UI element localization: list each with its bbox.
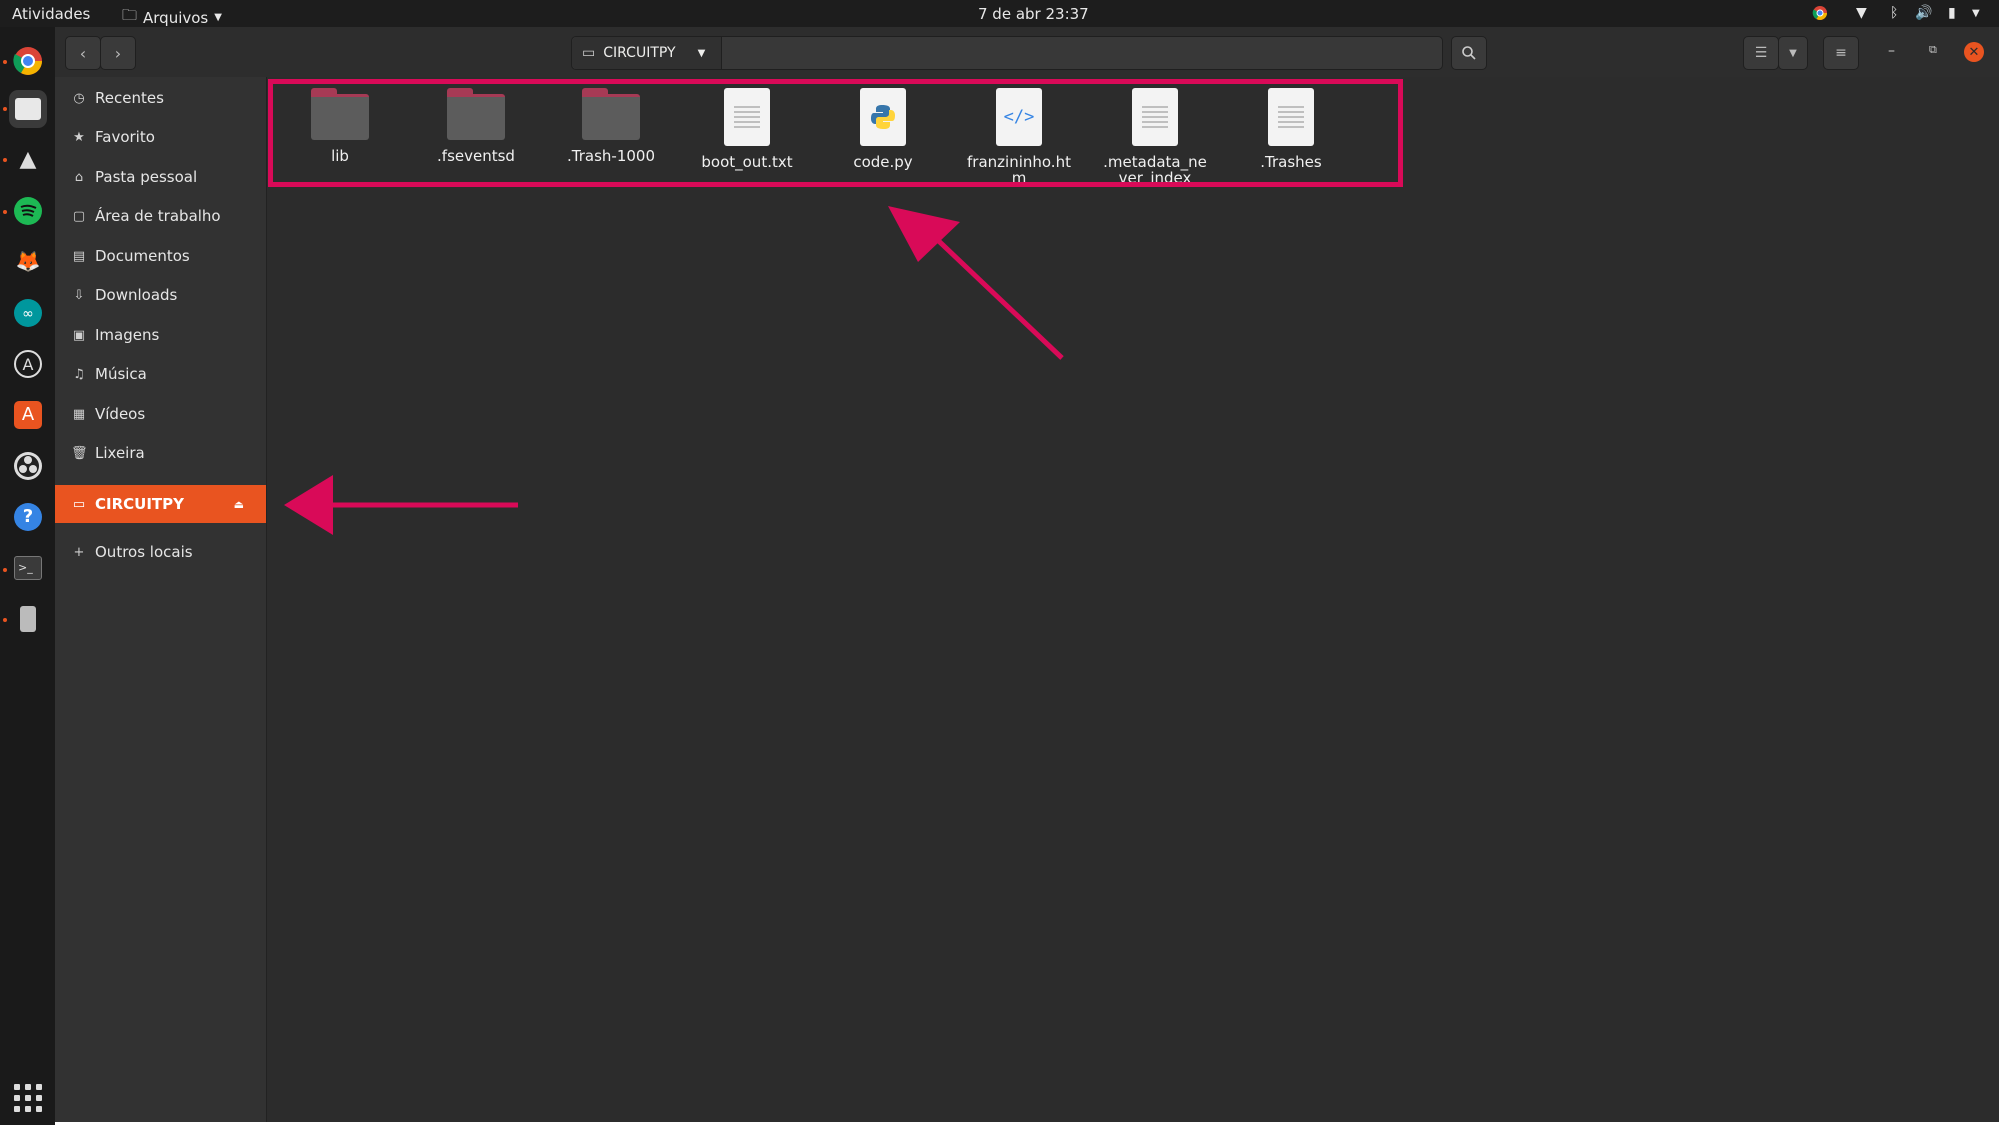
annotation-arrow-line [923, 226, 1064, 360]
annotation-arrows [284, 206, 1064, 535]
arrow-head-icon [284, 475, 333, 535]
